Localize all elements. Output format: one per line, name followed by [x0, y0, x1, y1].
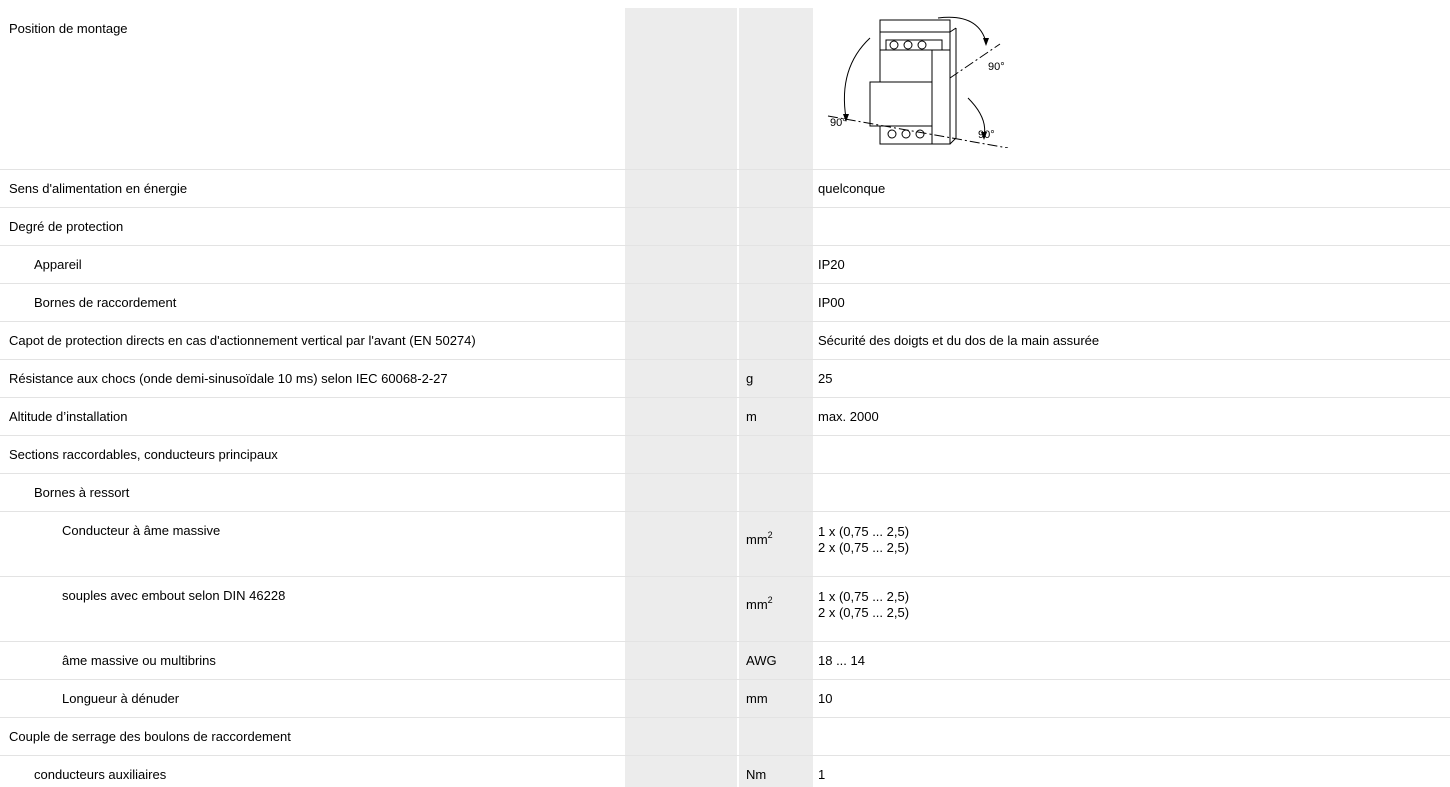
- row-label: conducteurs auxiliaires: [34, 767, 167, 782]
- row-label: Couple de serrage des boulons de raccord…: [9, 729, 291, 744]
- row-value: 1 x (0,75 ... 2,5) 2 x (0,75 ... 2,5): [818, 589, 910, 620]
- table-row: Conducteur à âme massive mm2 1 x (0,75 .…: [0, 512, 1450, 577]
- row-value: quelconque: [818, 181, 886, 196]
- row-value: 18 ... 14: [818, 653, 865, 668]
- row-label: Bornes à ressort: [34, 485, 130, 500]
- angle-label: 90°: [988, 61, 1005, 73]
- row-value: 1: [818, 767, 826, 782]
- row-value: IP20: [818, 257, 845, 272]
- table-row: souples avec embout selon DIN 46228 mm2 …: [0, 577, 1450, 642]
- table-row: Degré de protection: [0, 208, 1450, 246]
- angle-label: 90°: [830, 117, 847, 129]
- row-unit: mm2: [746, 594, 773, 612]
- row-value: 1 x (0,75 ... 2,5) 2 x (0,75 ... 2,5): [818, 524, 910, 555]
- table-row: Sections raccordables, conducteurs princ…: [0, 436, 1450, 474]
- row-unit: mm: [746, 691, 768, 706]
- row-label: Position de montage: [9, 21, 128, 36]
- table-row: Sens d'alimentation en énergie quelconqu…: [0, 170, 1450, 208]
- row-label: Sens d'alimentation en énergie: [9, 181, 188, 196]
- row-label: Conducteur à âme massive: [62, 523, 221, 538]
- row-unit: AWG: [746, 653, 777, 668]
- table-row: Position de montage 90° 90° 90°: [0, 8, 1450, 170]
- row-label: Degré de protection: [9, 219, 124, 234]
- row-unit: g: [746, 371, 754, 386]
- mounting-position-diagram: 90° 90° 90°: [818, 8, 1018, 149]
- row-label: Sections raccordables, conducteurs princ…: [9, 447, 278, 462]
- row-value: 10: [818, 691, 833, 706]
- row-label: Longueur à dénuder: [62, 691, 180, 706]
- row-label: Bornes de raccordement: [34, 295, 177, 310]
- mounting-position-diagram-svg: 90° 90° 90°: [827, 16, 1009, 149]
- table-row: conducteurs auxiliaires Nm 1: [0, 756, 1450, 787]
- row-label: âme massive ou multibrins: [62, 653, 216, 668]
- row-unit: m: [746, 409, 757, 424]
- table-row: Longueur à dénuder mm 10: [0, 680, 1450, 718]
- table-row: Couple de serrage des boulons de raccord…: [0, 718, 1450, 756]
- table-row: Résistance aux chocs (onde demi-sinusoïd…: [0, 360, 1450, 398]
- table-row: Appareil IP20: [0, 246, 1450, 284]
- row-label: souples avec embout selon DIN 46228: [62, 588, 286, 603]
- table-row: âme massive ou multibrins AWG 18 ... 14: [0, 642, 1450, 680]
- row-label: Appareil: [34, 257, 82, 272]
- table-row: Bornes de raccordement IP00: [0, 284, 1450, 322]
- table-row: Bornes à ressort: [0, 474, 1450, 512]
- row-unit: Nm: [746, 767, 767, 782]
- row-label: Altitude d’installation: [9, 409, 128, 424]
- row-label: Résistance aux chocs (onde demi-sinusoïd…: [9, 371, 448, 386]
- angle-label: 90°: [978, 129, 995, 141]
- table-row: Altitude d’installation m max. 2000: [0, 398, 1450, 436]
- row-value: 25: [818, 371, 833, 386]
- row-value: Sécurité des doigts et du dos de la main…: [818, 333, 1100, 348]
- row-label: Capot de protection directs en cas d'act…: [9, 333, 476, 348]
- row-unit: mm2: [746, 529, 773, 547]
- row-value: IP00: [818, 295, 845, 310]
- table-row: Capot de protection directs en cas d'act…: [0, 322, 1450, 360]
- row-value: max. 2000: [818, 409, 879, 424]
